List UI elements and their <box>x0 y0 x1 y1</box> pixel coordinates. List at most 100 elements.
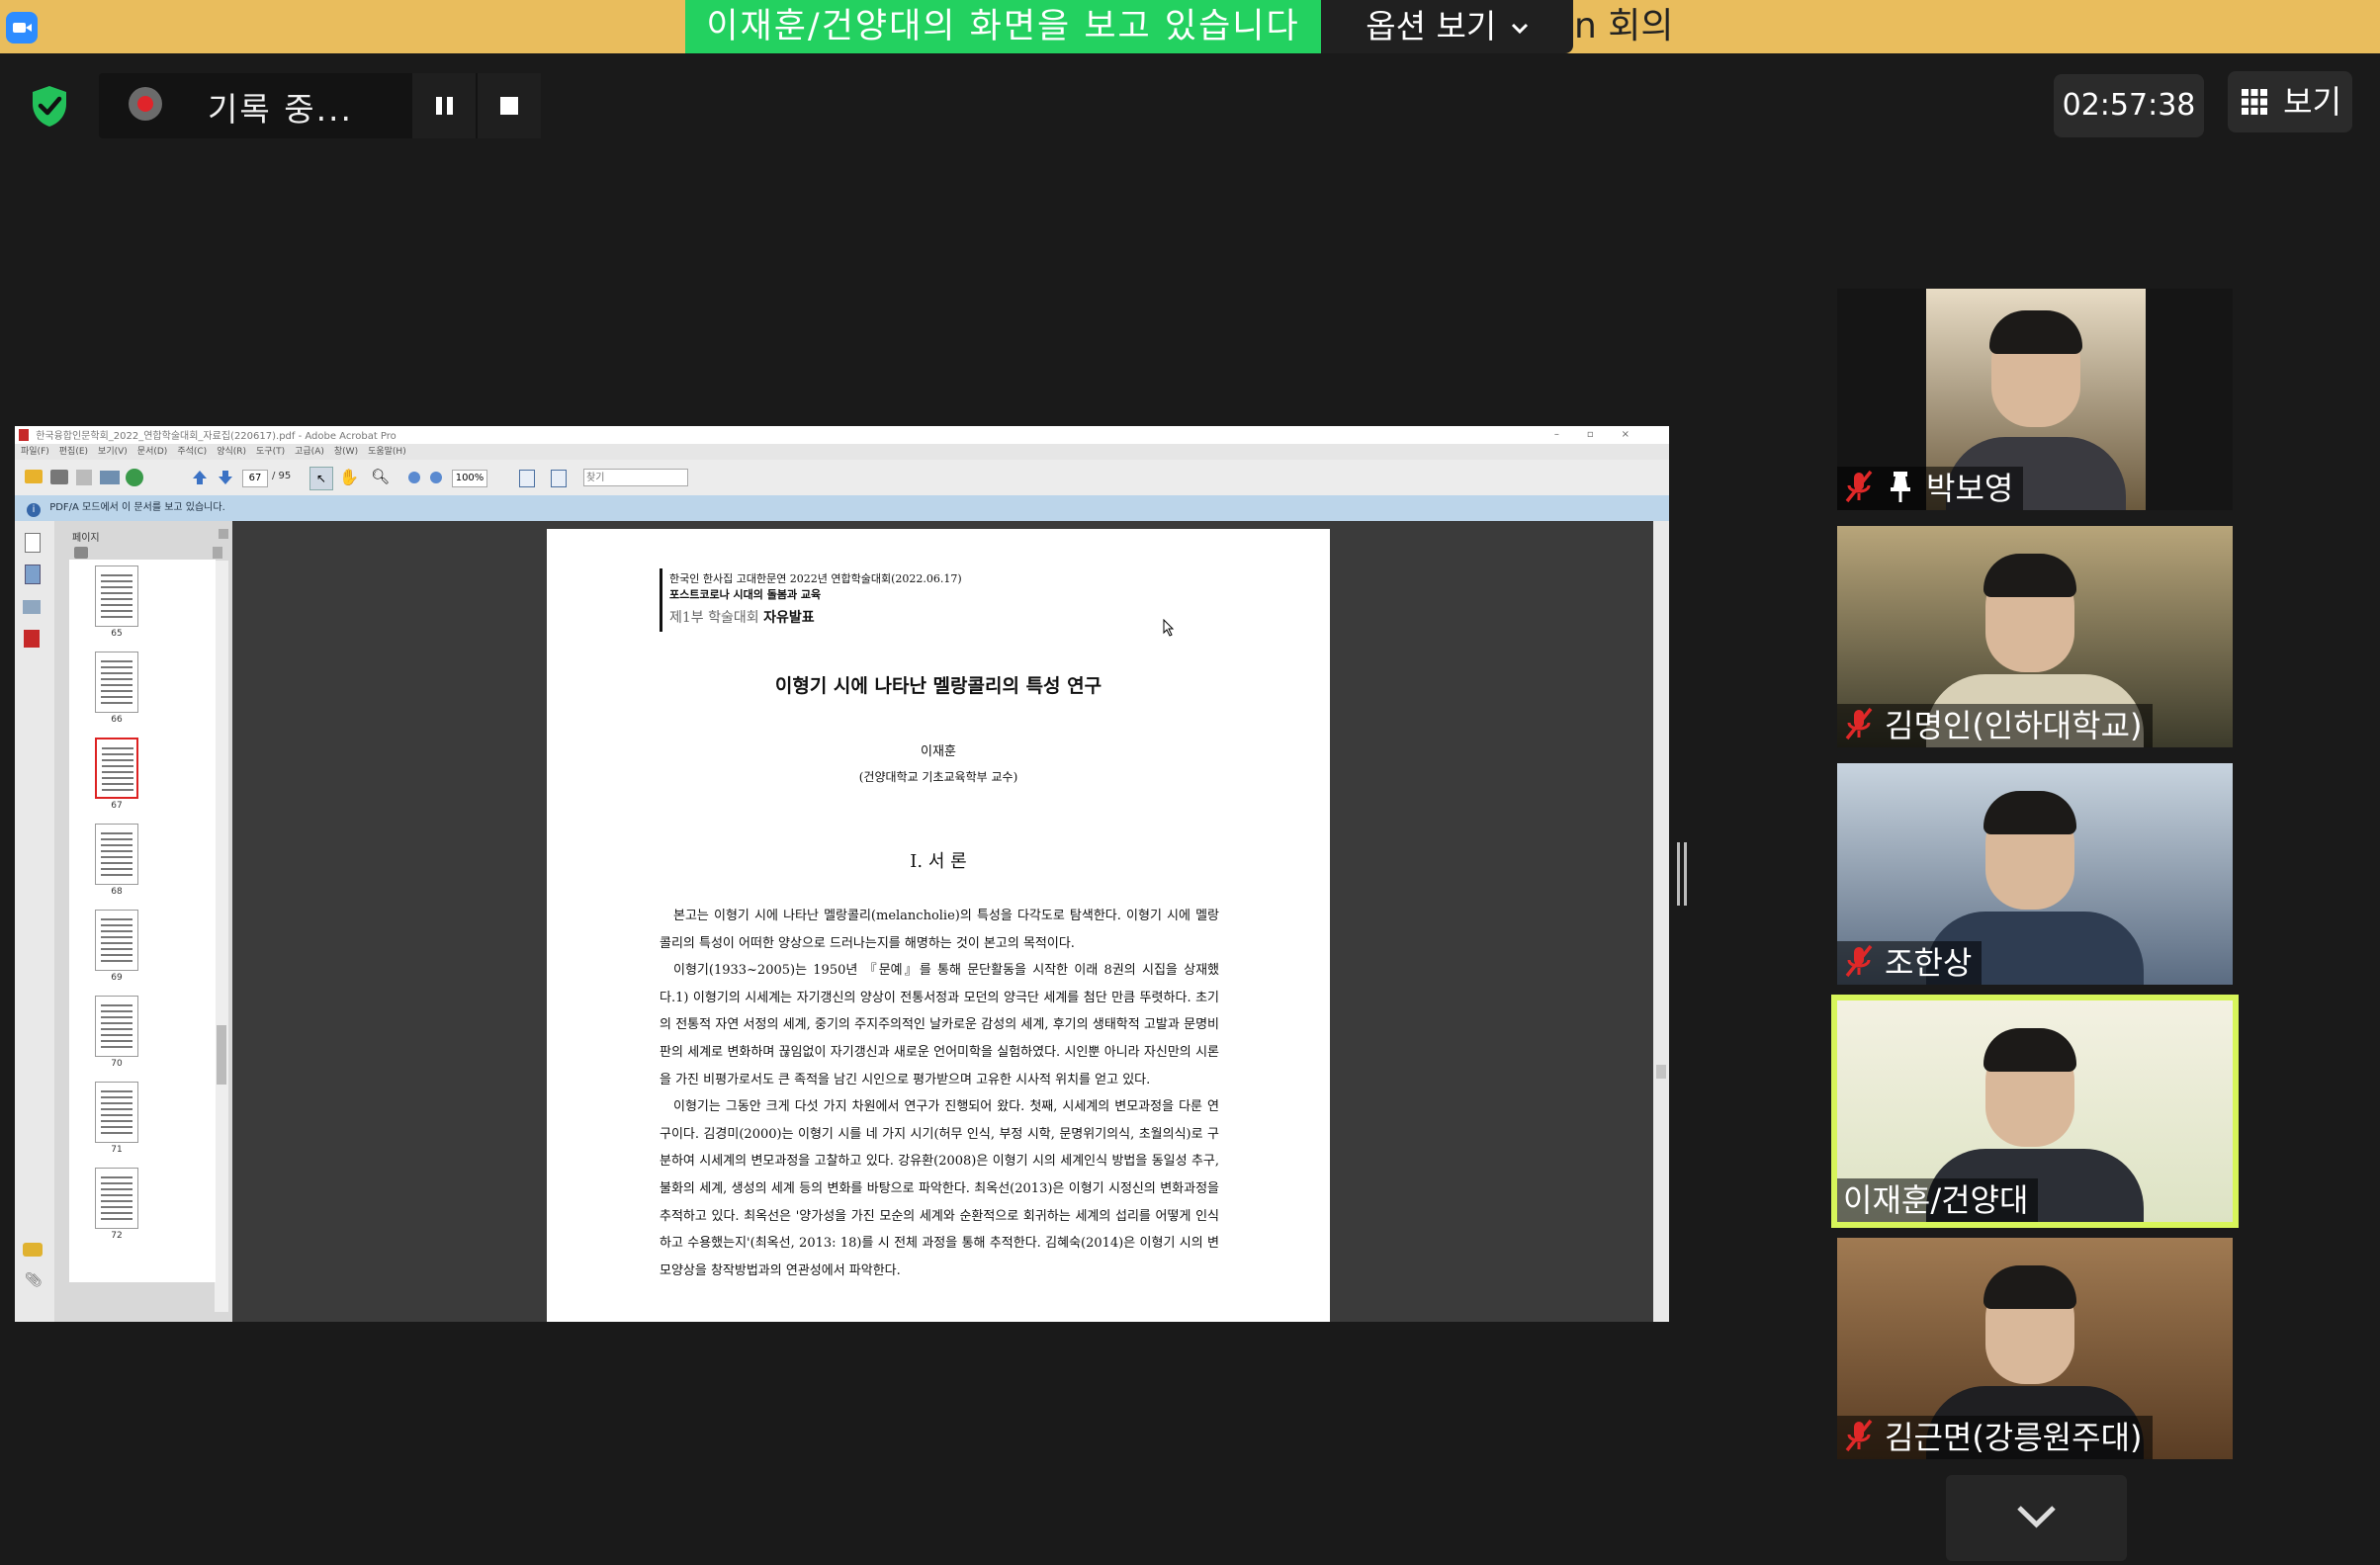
share-resize-handle[interactable] <box>1677 842 1688 906</box>
view-options-button[interactable]: 옵션 보기 <box>1321 0 1573 53</box>
page-thumbnail[interactable] <box>95 996 138 1057</box>
thumbnail-text-line <box>101 856 132 858</box>
thumbnail-text-line <box>101 1188 132 1190</box>
thumbs-scroll-thumb[interactable] <box>217 1025 226 1085</box>
page-thumbnail[interactable] <box>95 652 138 713</box>
fit-page-icon[interactable] <box>519 470 535 487</box>
shared-screen-acrobat-window: 한국융합인문학회_2022_연합학술대회_자료집(220617).pdf - A… <box>15 426 1669 1322</box>
scroll-videos-down-button[interactable] <box>1946 1475 2127 1561</box>
participant-name: 김명인(인하대학교) <box>1885 707 2143 744</box>
zoom-tool-icon[interactable]: 🔍︎ <box>371 468 390 485</box>
page-thumbnail[interactable] <box>95 1082 138 1143</box>
acrobat-menu-item[interactable]: 고급(A) <box>295 447 324 457</box>
document-scroll-thumb[interactable] <box>1656 1065 1666 1079</box>
thumbnail-text-line <box>101 666 132 668</box>
signatures-icon[interactable] <box>23 600 41 614</box>
thumbnail-text-line <box>101 1120 132 1122</box>
participant-name: 김근면(강릉원주대) <box>1885 1419 2143 1456</box>
participant-tile[interactable]: 조한상 <box>1837 763 2233 985</box>
attachments-pdf-icon[interactable] <box>24 630 40 648</box>
next-page-icon[interactable] <box>217 469 234 486</box>
pause-recording-button[interactable] <box>412 73 476 138</box>
acrobat-menu-item[interactable]: 편집(E) <box>59 447 88 457</box>
view-label: 보기 <box>2283 83 2342 121</box>
document-scrollbar[interactable] <box>1653 521 1669 1322</box>
page-thumbnail[interactable] <box>95 565 138 627</box>
zoom-in-icon[interactable] <box>430 472 442 483</box>
acrobat-menu-item[interactable]: 창(W) <box>334 447 358 457</box>
paperclip-icon[interactable]: 📎︎ <box>25 1272 43 1288</box>
panel-options-icon[interactable] <box>74 547 88 559</box>
record-dot-icon <box>129 87 162 121</box>
page-number-input[interactable]: 67 <box>242 470 268 487</box>
page-thumbnail-label: 65 <box>111 629 123 639</box>
participant-tile[interactable]: 김근면(강릉원주대) <box>1837 1238 2233 1459</box>
stop-recording-button[interactable] <box>478 73 541 138</box>
pdf-section-heading: Ⅰ. 서 론 <box>910 851 967 872</box>
thumbnail-text-line <box>101 838 132 840</box>
fit-width-icon[interactable] <box>551 470 567 487</box>
info-icon: i <box>27 503 41 517</box>
thumbnail-text-line <box>101 678 132 680</box>
panel-close-icon[interactable] <box>219 529 228 539</box>
zoom-level-input[interactable]: 100% <box>452 470 487 487</box>
select-tool-icon[interactable]: ↖ <box>309 467 333 490</box>
shield-check-icon[interactable] <box>30 84 69 128</box>
thumbnail-text-line <box>101 930 132 932</box>
participant-name-tag: 이재훈/건양대 <box>1837 1178 2039 1222</box>
hand-tool-icon[interactable]: ✋ <box>339 468 359 486</box>
participant-name-tag: 조한상 <box>1837 941 1983 985</box>
save-icon[interactable] <box>76 470 92 485</box>
mic-off-icon <box>1845 944 1873 978</box>
thumbnail-text-line <box>101 586 132 588</box>
acrobat-menu-item[interactable]: 도움말(H) <box>368 447 406 457</box>
acrobat-menu-item[interactable]: 주석(C) <box>177 447 207 457</box>
print-icon[interactable] <box>50 470 68 484</box>
pages-panel-icon[interactable] <box>25 533 41 553</box>
thumbnail-text-line <box>101 1212 132 1214</box>
pdf-header-line3: 제1부 학술대회 자유발표 <box>669 607 815 627</box>
zoom-out-icon[interactable] <box>408 472 420 483</box>
chevron-down-icon <box>2017 1506 2056 1528</box>
thumbnail-text-line <box>101 1194 132 1196</box>
acrobat-menu-item[interactable]: 도구(T) <box>256 447 285 457</box>
page-thumbnail-label: 72 <box>111 1231 123 1241</box>
thumbnail-text-line <box>102 789 133 791</box>
thumbnail-text-line <box>101 1004 132 1006</box>
comments-icon[interactable] <box>23 1243 43 1257</box>
bookmarks-icon[interactable] <box>25 565 41 584</box>
pdf-header-line1: 한국인 한사집 고대한문연 2022년 연합학술대회(2022.06.17) <box>669 572 962 585</box>
pdfa-message-bar: i PDF/A 모드에서 이 문서를 보고 있습니다. <box>15 495 1669 521</box>
page-thumbnail[interactable] <box>95 1168 138 1229</box>
pdf-body: 본고는 이형기 시에 나타난 멜랑콜리(melancholie)의 특성을 다각… <box>660 903 1219 1284</box>
prev-page-icon[interactable] <box>191 469 209 486</box>
pause-icon <box>436 97 453 115</box>
thumbnail-text-line <box>101 1022 132 1024</box>
view-button[interactable]: 보기 <box>2228 71 2352 132</box>
thumbnail-text-line <box>101 1034 132 1036</box>
page-thumbnail[interactable] <box>95 738 138 799</box>
share-icon[interactable] <box>126 469 143 486</box>
find-input[interactable] <box>583 469 688 486</box>
acrobat-menu-item[interactable]: 문서(D) <box>137 447 168 457</box>
page-thumbnail[interactable] <box>95 910 138 971</box>
participant-name-tag: 김근면(강릉원주대) <box>1837 1416 2153 1459</box>
email-icon[interactable] <box>100 471 120 484</box>
participant-hair <box>1983 1265 2076 1309</box>
thumbnail-text-line <box>102 759 133 761</box>
delete-page-icon[interactable] <box>213 547 222 559</box>
open-folder-icon[interactable] <box>25 470 43 483</box>
participant-tile[interactable]: 이재훈/건양대 <box>1831 995 2239 1228</box>
thumbnail-text-line <box>102 777 133 779</box>
acrobat-menu-item[interactable]: 양식(R) <box>217 447 246 457</box>
pdf-paragraph: 이형기(1933~2005)는 1950년 『문예』를 통해 문단활동을 시작한… <box>660 963 1219 1087</box>
thumbnail-text-line <box>101 918 132 920</box>
acrobat-menu-item[interactable]: 보기(V) <box>98 447 128 457</box>
thumbnail-text-line <box>101 1176 132 1178</box>
thumbs-scrollbar[interactable] <box>215 561 228 1312</box>
page-thumbnail[interactable] <box>95 824 138 885</box>
participant-tile[interactable]: 김명인(인하대학교) <box>1837 526 2233 747</box>
acrobat-menu-item[interactable]: 파일(F) <box>21 447 49 457</box>
participant-tile[interactable]: 박보영 <box>1837 289 2233 510</box>
participant-hair <box>1983 791 2076 834</box>
